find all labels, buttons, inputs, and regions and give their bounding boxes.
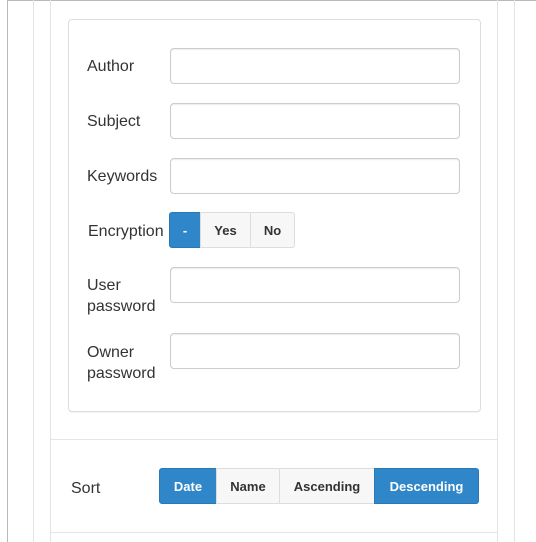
window-top-border: [7, 0, 536, 1]
encryption-toggle-group: - Yes No: [169, 212, 295, 248]
column-guide: [50, 0, 51, 542]
user-password-label-line1: User: [87, 277, 121, 294]
keywords-input[interactable]: [170, 158, 460, 194]
column-guide: [514, 0, 515, 542]
owner-password-label-line2: password: [87, 365, 156, 382]
subject-input[interactable]: [170, 103, 460, 139]
owner-password-label-line1: Owner: [87, 344, 135, 361]
keywords-label: Keywords: [87, 168, 158, 185]
section-divider: [51, 439, 497, 440]
author-input[interactable]: [170, 48, 460, 84]
sort-label: Sort: [71, 480, 101, 497]
sort-name-button[interactable]: Name: [216, 468, 280, 504]
user-password-input[interactable]: [170, 267, 460, 303]
encryption-no-button[interactable]: No: [250, 212, 295, 248]
column-guide: [497, 0, 498, 542]
column-guide: [33, 0, 34, 542]
encryption-yes-button[interactable]: Yes: [200, 212, 251, 248]
owner-password-input[interactable]: [170, 333, 460, 369]
sort-date-button[interactable]: Date: [159, 468, 217, 504]
encryption-label: Encryption: [88, 223, 164, 240]
encryption-none-button[interactable]: -: [169, 212, 201, 248]
sort-ascending-button[interactable]: Ascending: [279, 468, 375, 504]
section-divider: [51, 532, 497, 533]
window-left-border: [7, 0, 8, 542]
sort-descending-button[interactable]: Descending: [374, 468, 479, 504]
author-label: Author: [87, 58, 135, 75]
subject-label: Subject: [87, 113, 141, 130]
sort-toggle-group: Date Name Ascending Descending: [159, 468, 479, 504]
user-password-label-line2: password: [87, 298, 156, 315]
